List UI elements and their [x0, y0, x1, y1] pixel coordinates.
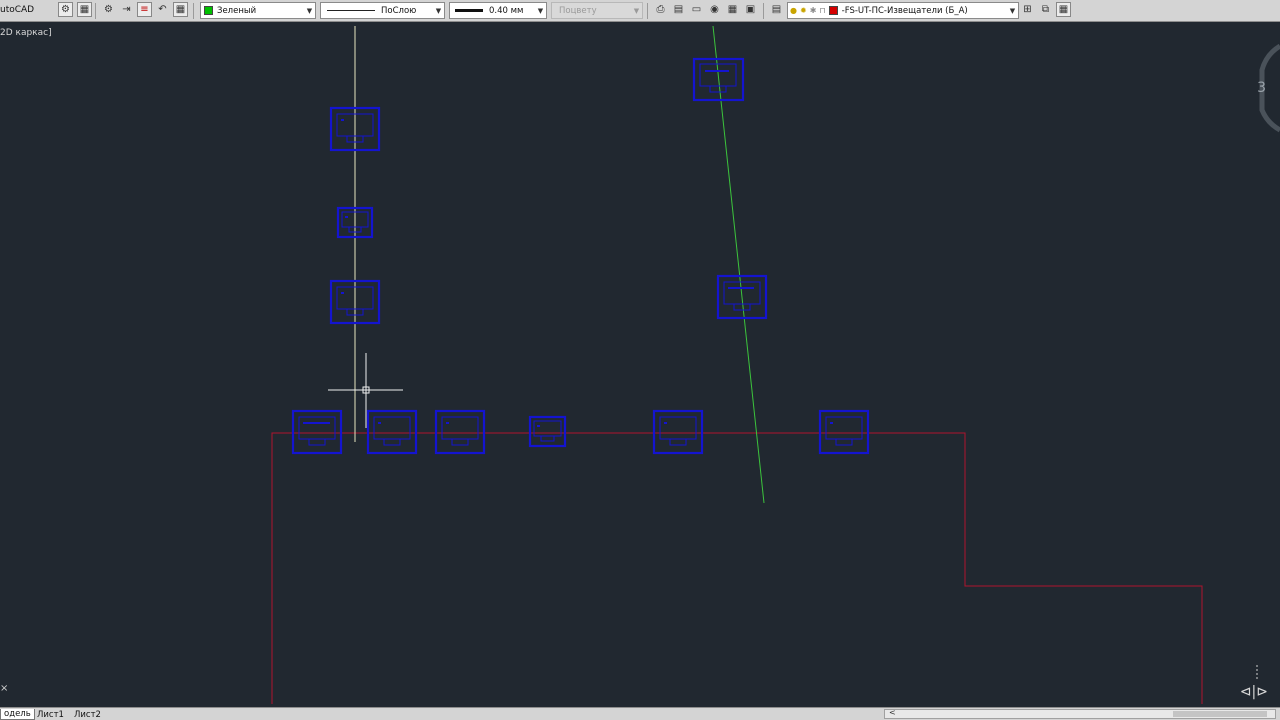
plotstyle-value: Поцвету [559, 5, 597, 16]
lock-icon: ⊓ [819, 6, 826, 15]
app-title: utoCAD [0, 5, 35, 15]
color-swatch-icon [204, 6, 213, 15]
make-current-layer-icon[interactable]: ⊞ [1020, 2, 1035, 17]
chevron-down-icon[interactable]: ▼ [304, 3, 315, 18]
tab-model[interactable]: одель [0, 709, 35, 720]
room-boundary-polyline[interactable] [271, 432, 1203, 704]
color-dropdown[interactable]: Зеленый ▼ [200, 2, 316, 19]
chevron-down-icon[interactable]: ▼ [535, 3, 546, 18]
properties-toolbar: utoCAD ⚙ ▦ ⚙ ⇥ ≡ ↶ ▦ Зеленый ▼ ПоСлою ▼ … [0, 0, 1280, 22]
lineweight-value: 0.40 мм [489, 5, 524, 16]
visibility-eye-icon[interactable]: ◉ [707, 2, 722, 17]
layout-tab-bar: одель Лист1 Лист2 < [0, 707, 1280, 720]
ucs-icon: × [0, 683, 9, 694]
layer-properties-icon[interactable]: ▤ [769, 2, 784, 17]
toolbar-separator [647, 3, 648, 19]
drawing-canvas[interactable] [0, 22, 1280, 706]
chevron-down-icon[interactable]: ▼ [1007, 3, 1018, 18]
calculator-icon[interactable]: ▦ [725, 2, 740, 17]
print-icon[interactable]: ⎙ [653, 2, 668, 17]
chevron-down-icon: ▼ [633, 6, 640, 15]
horizontal-scrollbar[interactable]: < [884, 708, 1276, 719]
layer-iso-icon[interactable]: ⧉ [1038, 2, 1053, 17]
plotstyle-dropdown: Поцвету ▼ [551, 2, 643, 19]
layer-value: -FS-UT-ПС-Извещатели (Б_А) [841, 5, 968, 16]
tab-layout2[interactable]: Лист2 [71, 709, 104, 720]
detector-block[interactable] [652, 409, 704, 455]
toolbar-separator [193, 3, 194, 19]
viewport-icon[interactable]: ▭ [689, 2, 704, 17]
workspace-settings-icon[interactable]: ⚙ [58, 2, 73, 17]
scrollbar-thumb[interactable] [1173, 711, 1267, 717]
toolbar-separator [95, 3, 96, 19]
page-setup-icon[interactable]: ▤ [671, 2, 686, 17]
detector-block[interactable] [818, 409, 870, 455]
color-value: Зеленый [217, 5, 257, 16]
lightbulb-icon: ● [790, 6, 797, 15]
layer-previous-icon[interactable]: ↶ [155, 2, 170, 17]
image-icon[interactable]: ▣ [743, 2, 758, 17]
layer-manager-icon[interactable]: ▦ [173, 2, 188, 17]
lineweight-dropdown[interactable]: 0.40 мм ▼ [449, 2, 547, 19]
scroll-left-icon[interactable]: < [889, 708, 896, 717]
linetype-preview [327, 10, 375, 11]
cable-line-green[interactable] [712, 25, 765, 504]
pan-icon[interactable]: ⊲|⊳ [1240, 684, 1268, 700]
layer-walk-icon[interactable]: ▦ [1056, 2, 1071, 17]
freeze-viewport-icon: ✱ [809, 6, 817, 15]
layer-states-icon[interactable]: ≡ [137, 2, 152, 17]
lineweight-preview [455, 9, 483, 12]
linetype-value: ПоСлою [381, 5, 417, 16]
gear-icon[interactable]: ⚙ [101, 2, 116, 17]
toolbar-grid-icon[interactable]: ▦ [77, 2, 92, 17]
viewcube-label[interactable]: 3 [1257, 80, 1266, 96]
match-properties-icon[interactable]: ⇥ [119, 2, 134, 17]
linetype-dropdown[interactable]: ПоСлою ▼ [320, 2, 445, 19]
sun-icon: ✹ [799, 6, 807, 15]
detector-block[interactable] [291, 409, 343, 455]
tab-layout1[interactable]: Лист1 [34, 709, 67, 720]
detector-block[interactable] [528, 415, 567, 448]
layer-color-swatch-icon [828, 6, 838, 15]
detector-block[interactable] [366, 409, 418, 455]
detector-block[interactable] [434, 409, 486, 455]
chevron-down-icon[interactable]: ▼ [433, 3, 444, 18]
layer-dropdown[interactable]: ● ✹ ✱ ⊓ -FS-UT-ПС-Извещатели (Б_А) ▼ [787, 2, 1019, 19]
toolbar-separator [763, 3, 764, 19]
